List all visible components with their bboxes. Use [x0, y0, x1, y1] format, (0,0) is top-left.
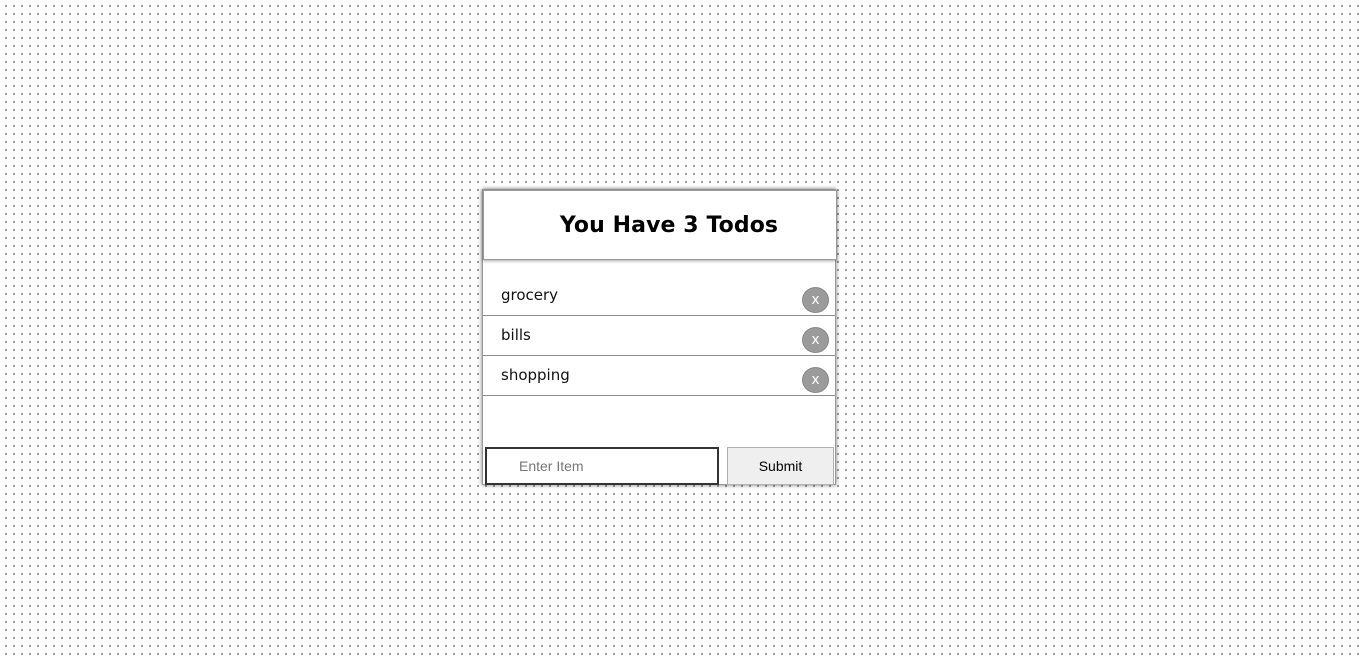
- list-item: bills x: [483, 316, 835, 356]
- delete-button[interactable]: x: [802, 327, 829, 353]
- delete-button[interactable]: x: [802, 367, 829, 393]
- todo-item-text: grocery: [501, 286, 559, 304]
- todo-app: You Have 3 Todos grocery x bills x shopp…: [482, 189, 837, 485]
- add-item-form: Submit: [484, 447, 834, 485]
- submit-button[interactable]: Submit: [727, 447, 834, 485]
- page-title: You Have 3 Todos: [559, 213, 779, 238]
- todo-item-text: bills: [501, 326, 531, 344]
- todo-list: grocery x bills x shopping x: [483, 276, 835, 396]
- todo-header: You Have 3 Todos: [483, 190, 837, 260]
- delete-button[interactable]: x: [802, 287, 829, 313]
- list-item: grocery x: [483, 276, 835, 316]
- item-input[interactable]: [485, 447, 719, 485]
- list-item: shopping x: [483, 356, 835, 396]
- todo-item-text: shopping: [501, 366, 570, 384]
